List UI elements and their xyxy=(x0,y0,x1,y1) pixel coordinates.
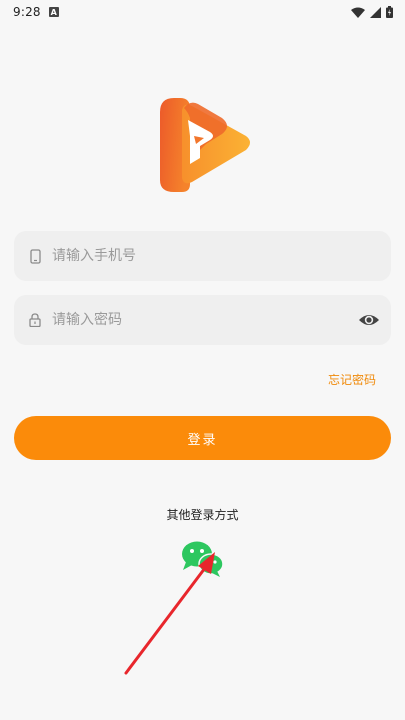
eye-icon[interactable] xyxy=(358,310,380,330)
status-right xyxy=(351,6,393,18)
wechat-icon[interactable] xyxy=(180,540,224,578)
login-button[interactable]: 登录 xyxy=(14,416,391,460)
app-logo-icon xyxy=(160,98,250,192)
phone-field xyxy=(14,231,391,281)
forgot-password-link[interactable]: 忘记密码 xyxy=(328,371,376,388)
phone-input[interactable] xyxy=(52,241,332,271)
battery-icon xyxy=(386,6,393,18)
lock-icon xyxy=(28,312,42,328)
wifi-icon xyxy=(351,7,365,18)
signal-icon xyxy=(370,6,381,18)
other-login-label: 其他登录方式 xyxy=(166,508,239,522)
notification-icon: A xyxy=(48,7,59,17)
login-screen: 9:28 A 请输入手机号 忘记密码 登录 其他登录方式 xyxy=(0,0,405,720)
phone-icon xyxy=(28,248,42,264)
password-input[interactable] xyxy=(52,305,332,335)
status-left: 9:28 A xyxy=(13,5,59,19)
status-bar: 9:28 A xyxy=(0,0,405,24)
password-field xyxy=(14,295,391,345)
status-time: 9:28 xyxy=(13,5,41,19)
